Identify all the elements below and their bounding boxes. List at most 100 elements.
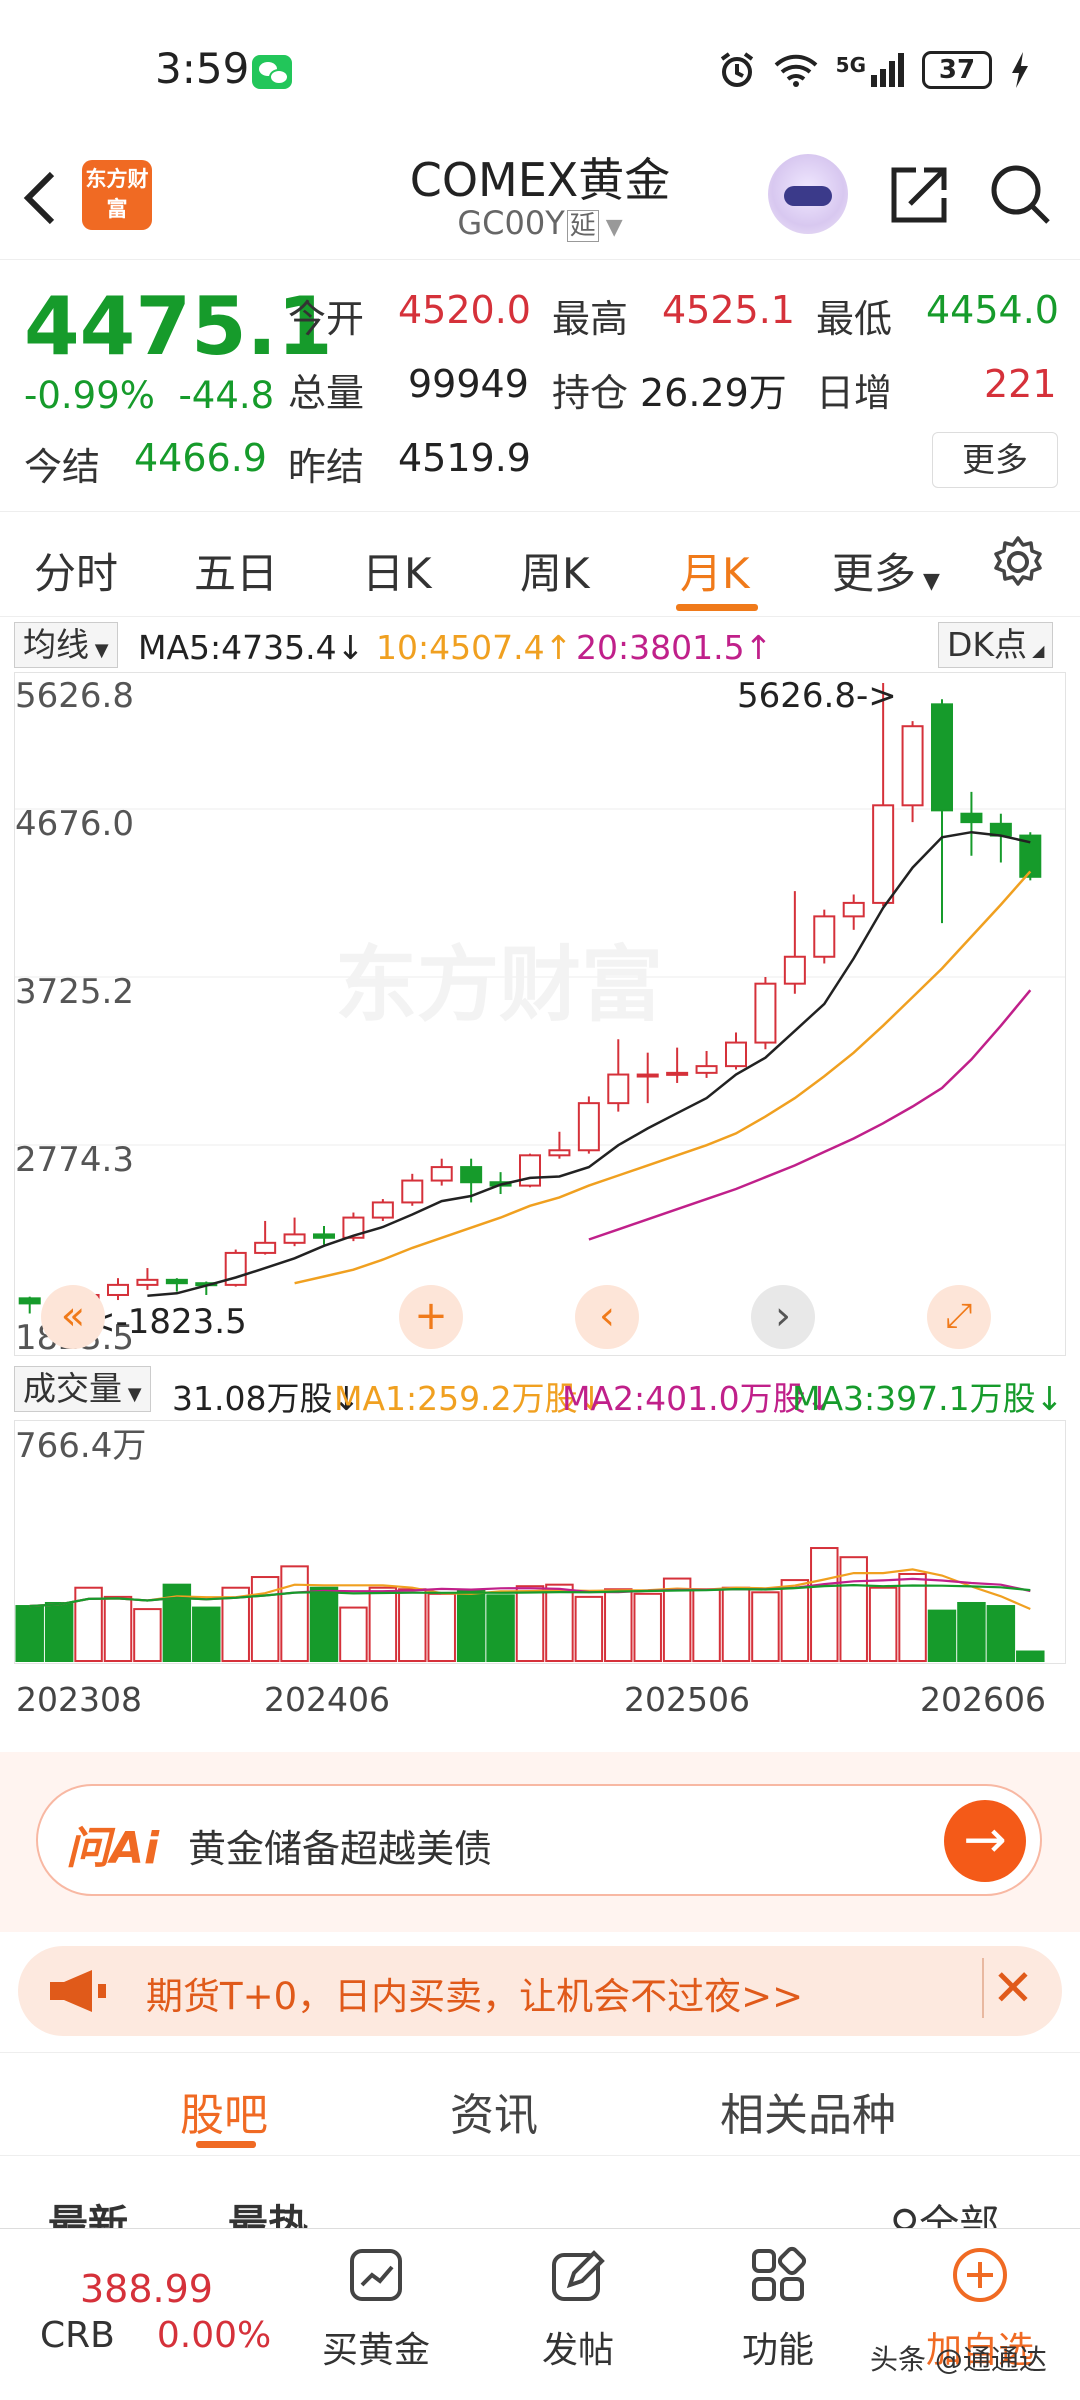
gear-icon[interactable] [990, 534, 1046, 590]
daily-inc-value: 221 [984, 362, 1057, 406]
post-button[interactable]: 发帖 [498, 2245, 658, 2373]
volume-bar [810, 1547, 839, 1662]
volume-bar [751, 1591, 780, 1662]
search-icon[interactable] [988, 162, 1052, 226]
x-date-4: 202606 [920, 1680, 1046, 1719]
next-button[interactable]: › [751, 1285, 815, 1349]
chart-watermark: 东方财富 [335, 938, 663, 1033]
volume-value: 31.08万股↓ [172, 1379, 361, 1418]
oi-label: 持仓 [552, 371, 629, 415]
x-date-3: 202506 [624, 1680, 750, 1719]
volume-bar [898, 1572, 927, 1662]
volume-chart[interactable]: 766.4万 [14, 1420, 1066, 1664]
x-date-1: 202308 [16, 1680, 142, 1719]
candle-body [577, 1102, 600, 1152]
tab-news[interactable]: 资讯 [450, 2079, 538, 2143]
candle-body [842, 901, 865, 918]
volume-bar [368, 1586, 398, 1662]
y-tick-3: 3725.2 [15, 972, 134, 1012]
volume-bar [309, 1586, 339, 1662]
daily-inc-label: 日增 [816, 371, 893, 415]
zoom-in-button[interactable]: + [399, 1285, 463, 1349]
volume-bar [633, 1592, 662, 1662]
active-tab-indicator [196, 2141, 256, 2148]
y-tick-4: 2774.3 [15, 1140, 134, 1180]
volume-label: 总量 [288, 371, 365, 415]
prev-button[interactable]: ‹ [575, 1285, 639, 1349]
tab-five-day[interactable]: 五日 [194, 540, 278, 601]
candle-body [165, 1278, 188, 1285]
tab-more[interactable]: 更多 ▼ [832, 540, 940, 601]
more-button[interactable]: 更多 [932, 432, 1058, 488]
volume-bar [721, 1586, 751, 1662]
volume-bar [545, 1583, 574, 1662]
volume-bar [780, 1579, 810, 1662]
megaphone-icon [50, 1970, 106, 2012]
candle-body [106, 1283, 130, 1296]
volume-selector[interactable]: 成交量 ▼ [14, 1366, 151, 1412]
ai-ask-box[interactable]: 问Ai 黄金储备超越美债 → [36, 1784, 1042, 1896]
candle-body [930, 703, 954, 812]
volume-bar [604, 1588, 633, 1663]
tab-forum[interactable]: 股吧 [180, 2079, 268, 2143]
functions-label: 功能 [741, 2330, 814, 2371]
ma10-label: 10:4507.4↑ [376, 628, 573, 667]
candle-body [18, 1297, 41, 1305]
ma-selector[interactable]: 均线 ▼ [14, 622, 118, 668]
tab-daily-k[interactable]: 日K [362, 540, 432, 601]
tab-weekly-k[interactable]: 周K [520, 540, 590, 601]
change-row: -0.99% -44.8 [24, 374, 274, 417]
volume-bar [574, 1595, 604, 1662]
kline-svg: 东方财富 5626.8 4676.0 3725.2 2774.3 1823.5 … [15, 676, 1065, 1358]
caret-down-icon: ▼ [89, 640, 109, 661]
rewind-button[interactable]: « [41, 1285, 105, 1349]
tab-related[interactable]: 相关品种 [720, 2079, 896, 2143]
back-button[interactable] [20, 168, 70, 228]
volume-bar [44, 1601, 74, 1662]
volume-bar [280, 1565, 309, 1662]
dk-selector[interactable]: DK点 ◢ [938, 622, 1054, 668]
network-label: 5G [835, 53, 866, 77]
y-tick-top: 5626.8 [15, 676, 134, 716]
volume-bar [486, 1594, 515, 1662]
candle-body [695, 1065, 718, 1074]
buy-gold-label: 买黄金 [321, 2330, 430, 2371]
promo-banner[interactable]: 期货T+0，日内买卖，让机会不过夜>> ✕ [18, 1946, 1062, 2036]
ai-prompt-text: 黄金储备超越美债 [188, 1827, 493, 1871]
min-annotation: <-1823.5 [87, 1302, 247, 1342]
max-annotation: 5626.8-> [737, 676, 897, 716]
crb-value: 388.99 [80, 2267, 213, 2311]
ma5-line [147, 830, 1031, 1297]
caret-down-icon: ▼ [122, 1384, 142, 1405]
kline-chart[interactable]: 东方财富 5626.8 4676.0 3725.2 2774.3 1823.5 … [14, 672, 1066, 1358]
volume-bar [339, 1606, 368, 1663]
arrow-right-icon[interactable]: → [944, 1800, 1026, 1882]
candle-body [460, 1166, 483, 1184]
charging-icon [1012, 52, 1028, 88]
fullscreen-button[interactable]: ⤢ [927, 1285, 991, 1349]
tab-intraday[interactable]: 分时 [34, 540, 118, 601]
candle-body [960, 812, 983, 824]
battery-icon: 37 [922, 51, 992, 89]
share-icon[interactable] [888, 162, 948, 226]
content-tabs: 股吧 资讯 相关品种 [0, 2052, 1080, 2156]
candle-body [430, 1166, 453, 1182]
functions-button[interactable]: 功能 [698, 2245, 858, 2373]
contract-code[interactable]: GC00Y 延 ▼ [340, 204, 740, 242]
candle-body [136, 1278, 159, 1286]
volume-max-label: 766.4万 [15, 1426, 146, 1466]
volume-bar [1016, 1650, 1045, 1663]
buy-gold-button[interactable]: 买黄金 [296, 2245, 456, 2373]
chart-trend-icon [350, 2249, 402, 2301]
assistant-avatar[interactable] [768, 154, 848, 234]
tab-monthly-k[interactable]: 月K [680, 540, 750, 601]
volume-bar [515, 1585, 545, 1663]
volume-bar [986, 1605, 1016, 1662]
status-icons: 5G 37 [718, 50, 1030, 90]
crb-label: CRB [40, 2315, 115, 2356]
candle-body [724, 1041, 748, 1068]
close-icon[interactable]: ✕ [982, 1958, 1042, 2018]
volume-selector-label: 成交量 [23, 1369, 122, 1408]
alarm-icon [720, 52, 753, 87]
crb-index[interactable]: 388.99 CRB 0.00% [40, 2267, 271, 2356]
